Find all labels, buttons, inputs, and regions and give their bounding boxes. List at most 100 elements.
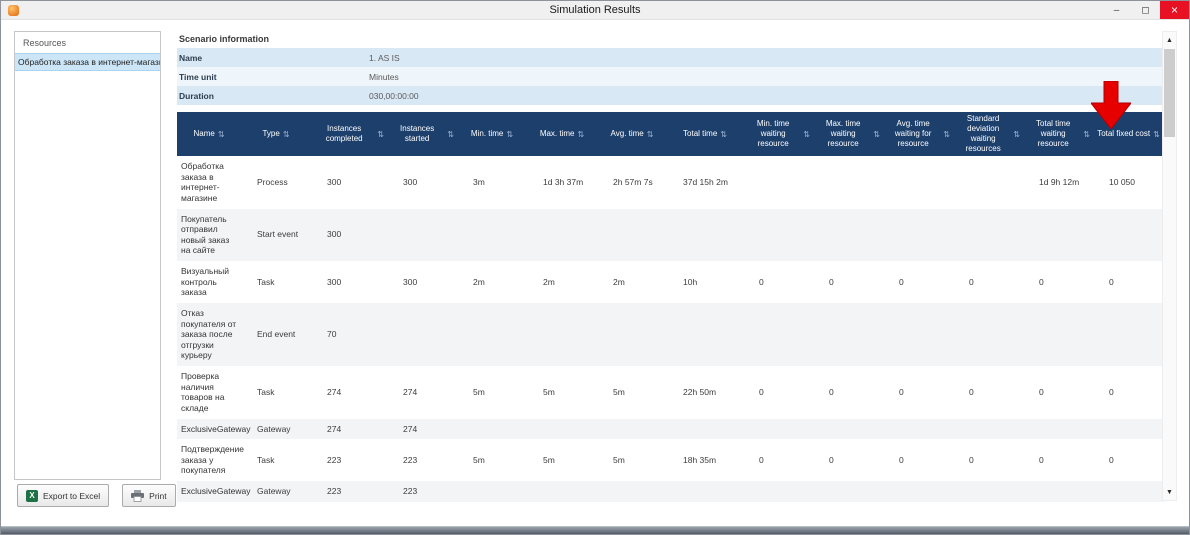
cell: 115 (311, 502, 387, 504)
table-row[interactable]: Визуальный контроль заказа Task 300 300 2m 2m… (177, 261, 1164, 303)
column-header[interactable]: Max. time ⇅ (527, 112, 597, 156)
sort-icon[interactable]: ⇅ (720, 130, 727, 139)
cell: 0 (1109, 276, 1114, 287)
close-button[interactable]: × (1160, 1, 1189, 19)
cell: 5m (473, 386, 485, 397)
scroll-down-icon[interactable]: ▼ (1163, 484, 1176, 500)
table-row[interactable]: Отказ покупателя от заказа после отгрузк… (177, 302, 1164, 366)
cell (597, 481, 667, 502)
column-header[interactable]: Total time ⇅ (667, 112, 743, 156)
red-arrow-icon (1089, 80, 1133, 130)
scrollbar-thumb[interactable] (1164, 49, 1175, 137)
sort-icon[interactable]: ⇅ (873, 130, 880, 139)
cell (1093, 419, 1164, 440)
sort-icon[interactable]: ⇅ (447, 130, 454, 139)
sort-icon[interactable]: ⇅ (577, 130, 584, 139)
cell: 0 (829, 386, 834, 397)
cell (813, 303, 883, 366)
maximize-button[interactable]: ◻ (1131, 1, 1160, 19)
cell (743, 303, 813, 366)
cell-name: ExclusiveGateway (181, 486, 251, 496)
column-header[interactable]: Instances started ⇅ (387, 112, 457, 156)
cell: 1d 3h 37m (543, 176, 584, 187)
column-header[interactable]: Min. time ⇅ (457, 112, 527, 156)
column-header[interactable]: Max. time waiting resource ⇅ (813, 112, 883, 156)
vertical-scrollbar[interactable]: ▲ ▼ (1162, 31, 1177, 501)
cell: 0 (829, 454, 834, 465)
sort-icon[interactable]: ⇅ (283, 130, 290, 139)
print-button[interactable]: Print (122, 484, 176, 507)
cell: 274 (327, 386, 342, 397)
cell: 0 (1109, 386, 1114, 397)
column-header[interactable]: Instances completed ⇅ (311, 112, 387, 156)
column-header-label: Type (262, 129, 280, 138)
table-row[interactable]: ExclusiveGateway Gateway 274 274 (177, 418, 1164, 440)
cell: 2m (473, 276, 485, 287)
column-header[interactable]: Avg. time waiting for resource ⇅ (883, 112, 953, 156)
cell (667, 209, 743, 262)
cell (953, 303, 1023, 366)
cell (527, 502, 597, 504)
sort-icon[interactable]: ⇅ (1083, 130, 1090, 139)
cell: 10h (683, 276, 698, 287)
column-header-label: Total time (683, 129, 718, 138)
cell: 223 (327, 454, 342, 465)
column-header[interactable]: Total time waiting resource ⇅ (1023, 112, 1093, 156)
sort-icon[interactable]: ⇅ (943, 130, 950, 139)
cell: Task (257, 454, 275, 465)
cell (667, 419, 743, 440)
sort-icon[interactable]: ⇅ (803, 130, 810, 139)
cell (667, 502, 743, 504)
minimize-button[interactable]: – (1102, 1, 1131, 19)
sort-icon[interactable]: ⇅ (506, 130, 513, 139)
sort-icon[interactable]: ⇅ (1013, 130, 1020, 139)
main-content: Scenario information Name 1. AS IS Time un… (177, 31, 1164, 504)
sort-icon[interactable]: ⇅ (1153, 130, 1160, 139)
column-header-label: Instances started (400, 124, 435, 143)
app-icon (8, 4, 19, 16)
table-row[interactable]: Заказ был отменен на начальном этапеEnd … (177, 501, 1164, 504)
cell (667, 303, 743, 366)
column-header[interactable]: Min. time waiting resource ⇅ (743, 112, 813, 156)
cell: 37d 15h 2m (683, 176, 728, 187)
sidebar-item-process[interactable]: Обработка заказа в интернет-магазине (15, 53, 160, 71)
column-header[interactable]: Name ⇅ (177, 112, 241, 156)
cell: Task (257, 386, 275, 397)
sort-icon[interactable]: ⇅ (647, 130, 654, 139)
cell: 0 (899, 454, 904, 465)
cell (457, 209, 527, 262)
column-header-label: Max. time waiting resource (825, 119, 861, 148)
table-row[interactable]: Подтверждение заказа у покупателя Task 223… (177, 439, 1164, 481)
cell (953, 502, 1023, 504)
cell (953, 419, 1023, 440)
cell: Gateway (257, 423, 291, 434)
column-header[interactable]: Avg. time ⇅ (597, 112, 667, 156)
cell (813, 481, 883, 502)
cell: 2h 57m 7s (613, 176, 653, 187)
cell (883, 156, 953, 209)
cell: 0 (969, 386, 974, 397)
excel-icon: X (26, 489, 38, 502)
cell (457, 419, 527, 440)
table-row[interactable]: Проверка наличия товаров на складе Task 27… (177, 366, 1164, 419)
sort-icon[interactable]: ⇅ (377, 130, 384, 139)
table-row[interactable]: Обработка заказа в интернет-магазине Proc… (177, 156, 1164, 209)
scenario-row: Name 1. AS IS (177, 48, 1164, 67)
cell-name: Визуальный контроль заказа (181, 266, 230, 298)
titlebar: Simulation Results – ◻ × (1, 1, 1189, 20)
scenario-rows: Name 1. AS IS Time unit Minutes Duration 030,… (177, 48, 1164, 105)
scenario-information-title: Scenario information (179, 34, 270, 44)
export-to-excel-button[interactable]: X Export to Excel (17, 484, 110, 507)
table-row[interactable]: Покупатель отправил новый заказ на сайте… (177, 208, 1164, 262)
cell: 5m (613, 386, 625, 397)
column-header[interactable]: Standard deviation waiting resources ⇅ (953, 112, 1023, 156)
scroll-up-icon[interactable]: ▲ (1163, 32, 1176, 48)
cell (813, 502, 883, 504)
cell (1023, 419, 1093, 440)
cell: 70 (327, 329, 337, 340)
cell (883, 209, 953, 262)
table-row[interactable]: ExclusiveGateway Gateway 223 223 (177, 481, 1164, 502)
cell (1023, 303, 1093, 366)
sort-icon[interactable]: ⇅ (218, 130, 225, 139)
column-header[interactable]: Type ⇅ (241, 112, 311, 156)
